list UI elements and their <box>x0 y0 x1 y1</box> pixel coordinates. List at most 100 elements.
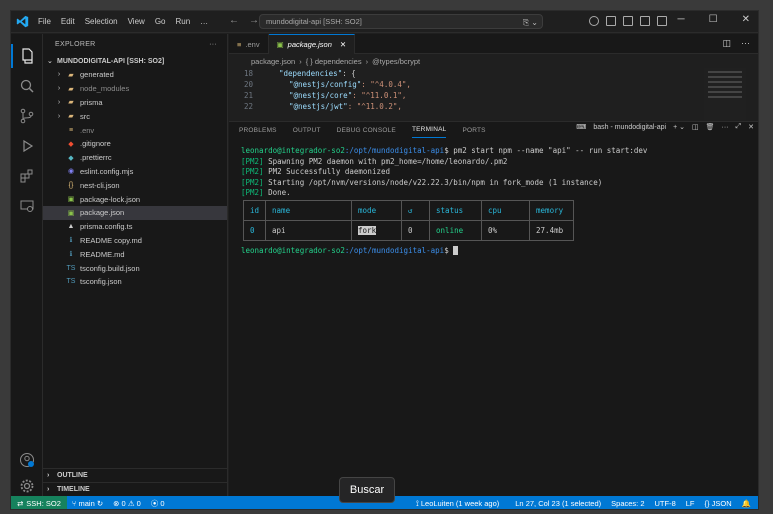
accounts-icon[interactable] <box>19 452 35 468</box>
kill-terminal-icon[interactable]: 🗑 <box>706 123 715 131</box>
tree-folder[interactable]: › ▰ src <box>43 109 227 123</box>
encoding[interactable]: UTF-8 <box>650 499 681 508</box>
breadcrumb-file[interactable]: package.json <box>251 57 295 66</box>
toggle-sidebar-icon[interactable] <box>623 16 633 26</box>
terminal-output[interactable]: leonardo@integrador-so2:/opt/mundodigita… <box>241 146 647 256</box>
more-actions-icon[interactable]: ··· <box>722 124 729 131</box>
pm2-tag: [PM2] <box>241 156 264 166</box>
close-icon[interactable]: ✕ <box>742 14 750 25</box>
tab-output[interactable]: OUTPUT <box>293 122 321 138</box>
extensions-icon[interactable] <box>19 168 35 184</box>
tree-file[interactable]: TS tsconfig.json <box>43 275 227 289</box>
command-center[interactable]: mundodigital-api [SSH: SO2] ⎘ ⌄ <box>259 14 543 29</box>
tab-problems[interactable]: PROBLEMS <box>239 122 277 138</box>
timeline-section[interactable]: › TIMELINE <box>43 482 228 496</box>
ports-indicator[interactable]: ⦿ 0 <box>146 498 170 509</box>
menu-file[interactable]: File <box>33 11 56 33</box>
breadcrumb-key[interactable]: @types/bcrypt <box>372 57 420 66</box>
explorer-icon[interactable] <box>11 44 35 68</box>
toggle-panel-icon[interactable] <box>640 16 650 26</box>
notifications-bell-icon[interactable]: 🔔 <box>737 499 756 508</box>
menu-selection[interactable]: Selection <box>80 11 123 33</box>
table-header-row: id name mode ↺ status cpu memory <box>242 199 575 221</box>
menu-more[interactable]: … <box>195 11 213 33</box>
language-mode[interactable]: {} JSON <box>700 499 737 508</box>
tab-terminal[interactable]: TERMINAL <box>411 122 447 138</box>
tree-file[interactable]: TS tsconfig.build.json <box>43 261 227 275</box>
breadcrumb-object[interactable]: { } dependencies <box>306 57 362 66</box>
back-arrow-icon[interactable]: ← <box>229 15 239 26</box>
tree-folder[interactable]: › ▰ node_modules <box>43 82 227 96</box>
tooltip-text: Buscar <box>349 484 385 496</box>
remote-explorer-icon[interactable] <box>19 198 35 214</box>
menu-view[interactable]: View <box>123 11 150 33</box>
copilot-icon[interactable]: ⎘ <box>523 16 529 29</box>
close-tab-icon[interactable]: ✕ <box>340 40 346 49</box>
split-editor-icon[interactable]: ◫ <box>722 38 731 49</box>
workspace-root[interactable]: ⌄ MUNDODIGITAL-API [SSH: SO2] <box>43 54 227 68</box>
remote-indicator[interactable]: ⇄ SSH: SO2 <box>11 496 67 509</box>
layout-customize-icon[interactable] <box>606 16 616 26</box>
manage-gear-icon[interactable] <box>19 478 35 494</box>
prompt-path: :/opt/mundodigital-api <box>344 245 445 255</box>
tree-file[interactable]: {} nest-cli.json <box>43 178 227 192</box>
cursor-position[interactable]: Ln 27, Col 23 (1 selected) <box>510 499 606 508</box>
tree-item-label: node_modules <box>80 84 130 94</box>
more-actions-icon[interactable]: ··· <box>741 38 750 49</box>
maximize-panel-icon[interactable]: ⤢ <box>736 123 742 131</box>
more-actions-icon[interactable]: ··· <box>209 41 217 48</box>
menu-edit[interactable]: Edit <box>56 11 80 33</box>
tree-folder[interactable]: › ▰ prisma <box>43 96 227 110</box>
minimize-icon[interactable]: ─ <box>678 14 685 25</box>
search-tooltip: Buscar <box>339 477 395 503</box>
terminal-name[interactable]: bash - mundodigital-api <box>593 124 666 131</box>
problems-indicator[interactable]: ⊗ 0 ⚠ 0 <box>108 499 146 508</box>
split-terminal-icon[interactable]: ◫ <box>692 123 699 131</box>
maximize-icon[interactable]: ☐ <box>709 14 718 25</box>
outline-section[interactable]: › OUTLINE <box>43 468 228 482</box>
toggle-secondary-sidebar-icon[interactable] <box>657 16 667 26</box>
indentation[interactable]: Spaces: 2 <box>606 499 649 508</box>
tree-file[interactable]: ℹ README.md <box>43 247 227 261</box>
source-control-icon[interactable] <box>19 108 35 124</box>
search-icon[interactable] <box>19 78 35 94</box>
forward-arrow-icon[interactable]: → <box>249 15 259 26</box>
folder-icon: ▰ <box>68 113 74 121</box>
file-icon: TS <box>66 264 76 272</box>
accounts-icon[interactable] <box>589 16 599 26</box>
git-blame[interactable]: ⟟ LeoLuiten (1 week ago) <box>411 499 504 509</box>
table-header: id <box>242 199 267 221</box>
json-file-icon: ▣ <box>276 40 284 49</box>
tab-package-json[interactable]: ▣ package.json ✕ <box>268 34 356 54</box>
branch-icon: ⑂ <box>71 499 77 508</box>
tree-file[interactable]: ≡ .env <box>43 123 227 137</box>
menu-go[interactable]: Go <box>150 11 171 33</box>
run-debug-icon[interactable] <box>19 138 35 154</box>
code-editor[interactable]: 18 "dependencies" : { 20 "@nestjs/config… <box>229 68 758 120</box>
branch-indicator[interactable]: ⑂ main ↻ <box>67 499 108 508</box>
chevron-down-icon[interactable]: ⌄ <box>531 16 538 29</box>
tab-debug-console[interactable]: DEBUG CONSOLE <box>337 122 396 138</box>
tab-env[interactable]: ≡ .env <box>229 34 269 54</box>
tree-file[interactable]: ▣ package-lock.json <box>43 192 227 206</box>
tree-folder[interactable]: › ▰ generated <box>43 68 227 82</box>
menu-run[interactable]: Run <box>170 11 195 33</box>
new-terminal-icon[interactable]: + ⌄ <box>673 123 685 131</box>
end-of-line[interactable]: LF <box>681 499 700 508</box>
minimap[interactable] <box>704 68 746 120</box>
table-header: ↺ <box>401 199 431 221</box>
explorer-sidebar: EXPLORER ··· ⌄ MUNDODIGITAL-API [SSH: SO… <box>43 34 228 496</box>
tree-file[interactable]: ◉ eslint.config.mjs <box>43 165 227 179</box>
line-number: 22 <box>243 102 253 111</box>
tab-ports[interactable]: PORTS <box>462 122 485 138</box>
table-cell: 27.4mb <box>529 219 575 241</box>
tree-item-label: tsconfig.build.json <box>80 263 140 273</box>
tree-file[interactable]: ▣ package.json <box>43 205 227 220</box>
tree-file[interactable]: ◆ .gitignore <box>43 137 227 151</box>
pm2-message: [PM2] Spawning PM2 daemon with pm2_home=… <box>241 157 647 168</box>
tree-file[interactable]: ◆ .prettierrc <box>43 151 227 165</box>
tree-file[interactable]: ▲ prisma.config.ts <box>43 220 227 234</box>
table-cell-status: online <box>429 219 483 241</box>
close-panel-icon[interactable]: ✕ <box>748 123 754 131</box>
tree-file[interactable]: ℹ README copy.md <box>43 234 227 248</box>
